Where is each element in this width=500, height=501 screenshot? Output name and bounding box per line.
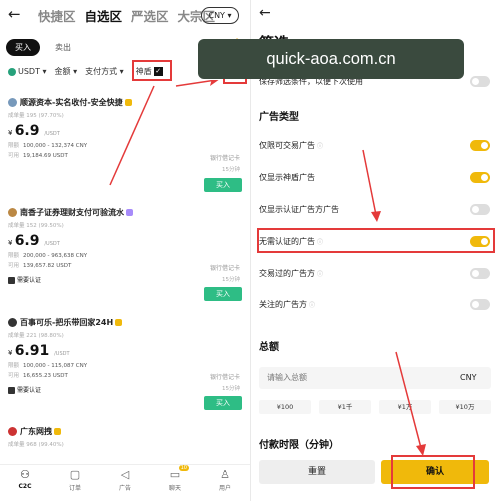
time-limit: 15分钟 [222, 386, 240, 392]
listing-item: 顺源资本-实名收付-安全快捷 成单量 195 (97.70%) ¥ 6.9 /U… [8, 97, 244, 159]
verified-badge-icon [115, 319, 123, 326]
merchant-stats: 成单量 968 (99.40%) [8, 442, 64, 448]
nav-c2c[interactable]: ⚇ C2C [5, 465, 45, 501]
nav-user[interactable]: ♙ 用户 [205, 465, 245, 501]
limit-row: 限额 200,000 - 963,638 CNY [8, 253, 88, 259]
payment-filter[interactable]: 支付方式 ▾ [85, 66, 124, 77]
highlight-box-shendun [132, 60, 172, 81]
sell-mode-button[interactable]: 卖出 [46, 39, 80, 56]
merchant-stats: 成单量 221 (98.80%) [8, 333, 64, 339]
verification-required: 需要认证 [8, 385, 244, 394]
coin-filter[interactable]: USDT ▾ [8, 67, 47, 76]
market-tabs: 快捷区 自选区 严选区 大宗区 [38, 6, 215, 25]
usdt-icon [8, 67, 16, 76]
price: ¥ 6.9 /USDT [8, 233, 60, 249]
buy-button[interactable]: 买入 [204, 287, 242, 301]
available-row: 可用 16,655.23 USDT [8, 373, 68, 379]
buy-sell-toggle: 买入 卖出 [6, 39, 80, 56]
user-icon: ♙ [220, 468, 230, 481]
watermark-banner: quick-aoa.com.cn [198, 39, 464, 79]
tab-custom[interactable]: 自选区 [85, 6, 123, 25]
id-card-icon [8, 387, 15, 394]
limit-row: 限额 100,000 - 115,087 CNY [8, 363, 88, 369]
listing-item: 南香子证券理财支付可验流水 成单量 152 (99.50%) ¥ 6.9 /US… [8, 207, 244, 284]
unread-badge: 10 [178, 465, 189, 471]
tab-quick[interactable]: 快捷区 [38, 6, 76, 25]
chat-icon: ▭ [169, 468, 181, 481]
time-limit: 15分钟 [222, 167, 240, 173]
merchant-name[interactable]: 顺源资本-实名收付-安全快捷 [8, 97, 244, 108]
payment-method: 银行借记卡 [209, 374, 240, 381]
market-topbar: ← 快捷区 自选区 严选区 大宗区 CNY ▾ [0, 0, 250, 32]
nav-ads[interactable]: ◁ 广告 [105, 465, 145, 501]
id-card-icon [8, 277, 15, 284]
available-row: 可用 139,657.82 USDT [8, 263, 72, 269]
nav-chat[interactable]: ▭ 10 聊天 [155, 465, 195, 501]
time-limit: 15分钟 [222, 277, 240, 283]
merchant-stats: 成单量 195 (97.70%) [8, 113, 64, 119]
payment-method: 银行借记卡 [209, 155, 240, 162]
listing-item: 广东网拽 成单量 968 (99.40%) [8, 426, 244, 448]
verification-required: 需要认证 [8, 275, 244, 284]
buy-button[interactable]: 买入 [204, 396, 242, 410]
listing-item: 百事可乐-把乐带回家24H 成单量 221 (98.80%) ¥ 6.91 /U… [8, 317, 244, 394]
avatar [8, 208, 17, 217]
bottom-nav: ⚇ C2C ▢ 订单 ◁ 广告 ▭ 10 聊天 ♙ 用户 [0, 464, 250, 501]
payment-method: 银行借记卡 [209, 265, 240, 272]
diamond-badge-icon [126, 209, 133, 216]
price: ¥ 6.9 /USDT [8, 123, 60, 139]
order-icon: ▢ [69, 468, 81, 481]
currency-select[interactable]: CNY ▾ [201, 7, 239, 24]
merchant-name[interactable]: 南香子证券理财支付可验流水 [8, 207, 244, 218]
people-icon: ⚇ [20, 468, 30, 481]
merchant-name[interactable]: 广东网拽 [8, 426, 244, 437]
limit-row: 限额 100,000 - 132,374 CNY [8, 143, 88, 149]
buy-mode-button[interactable]: 买入 [6, 39, 40, 56]
merchant-name[interactable]: 百事可乐-把乐带回家24H [8, 317, 244, 328]
avatar [8, 98, 17, 107]
buy-button[interactable]: 买入 [204, 178, 242, 192]
avatar [8, 318, 17, 327]
available-row: 可用 19,184.69 USDT [8, 153, 68, 159]
megaphone-icon: ◁ [120, 468, 130, 481]
tab-selected[interactable]: 严选区 [131, 6, 169, 25]
verified-badge-icon [54, 428, 61, 435]
verified-badge-icon [124, 99, 132, 106]
nav-orders[interactable]: ▢ 订单 [55, 465, 95, 501]
amount-filter[interactable]: 金额 ▾ [55, 66, 78, 77]
price: ¥ 6.91 /USDT [8, 343, 70, 359]
merchant-stats: 成单量 152 (99.50%) [8, 223, 64, 229]
avatar [8, 427, 17, 436]
back-arrow-icon[interactable]: ← [8, 5, 21, 23]
